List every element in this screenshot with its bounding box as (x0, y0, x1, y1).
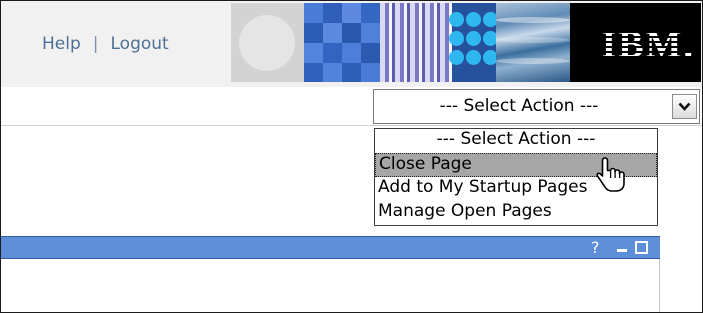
banner-square (323, 3, 342, 23)
banner-dot (466, 50, 481, 65)
option-manage-open-pages[interactable]: Manage Open Pages (375, 201, 657, 225)
banner-dot (449, 12, 464, 27)
banner-stripes (380, 3, 452, 82)
banner-wave (496, 17, 570, 23)
banner-logo-panel: IBM. (570, 3, 701, 82)
header-divider (1, 125, 702, 126)
banner-dot (449, 50, 464, 65)
banner-square (361, 63, 380, 82)
select-action-dropdown[interactable]: --- Select Action --- (373, 89, 700, 124)
banner-water (496, 3, 570, 82)
option-select-action[interactable]: --- Select Action --- (375, 129, 657, 153)
banner-square (342, 3, 361, 23)
link-separator: | (92, 34, 99, 54)
banner-square (361, 23, 380, 43)
banner-square (342, 23, 361, 43)
hand-cursor-icon (596, 157, 625, 192)
banner-square (304, 63, 323, 82)
banner-square (342, 43, 361, 63)
banner-blue-squares (304, 3, 380, 82)
portlet-title-bar: ? (1, 236, 660, 259)
help-icon[interactable]: ? (591, 238, 600, 257)
select-action-value: --- Select Action --- (439, 96, 599, 116)
banner-square (323, 23, 342, 43)
logout-link[interactable]: Logout (111, 34, 169, 54)
banner-square (361, 43, 380, 63)
banner-square (304, 43, 323, 63)
banner-dot (466, 12, 481, 27)
ibm-logo: IBM. (601, 24, 695, 66)
banner-wave (496, 58, 570, 64)
banner-dot (449, 31, 464, 46)
banner-square (323, 63, 342, 82)
banner-square (361, 3, 380, 23)
banner-wave (496, 37, 570, 43)
banner-square (304, 3, 323, 23)
chevron-down-icon[interactable] (672, 94, 697, 119)
banner-gray-circle (231, 3, 304, 82)
banner-dot (466, 31, 481, 46)
banner-square (304, 23, 323, 43)
banner-square (323, 43, 342, 63)
banner-square (342, 63, 361, 82)
circle-shape (239, 15, 295, 71)
maximize-icon[interactable] (635, 241, 648, 254)
minimize-icon[interactable] (617, 249, 627, 252)
help-link[interactable]: Help (42, 34, 81, 54)
header-links: Help | Logout (42, 34, 169, 54)
portlet-body (1, 259, 660, 312)
